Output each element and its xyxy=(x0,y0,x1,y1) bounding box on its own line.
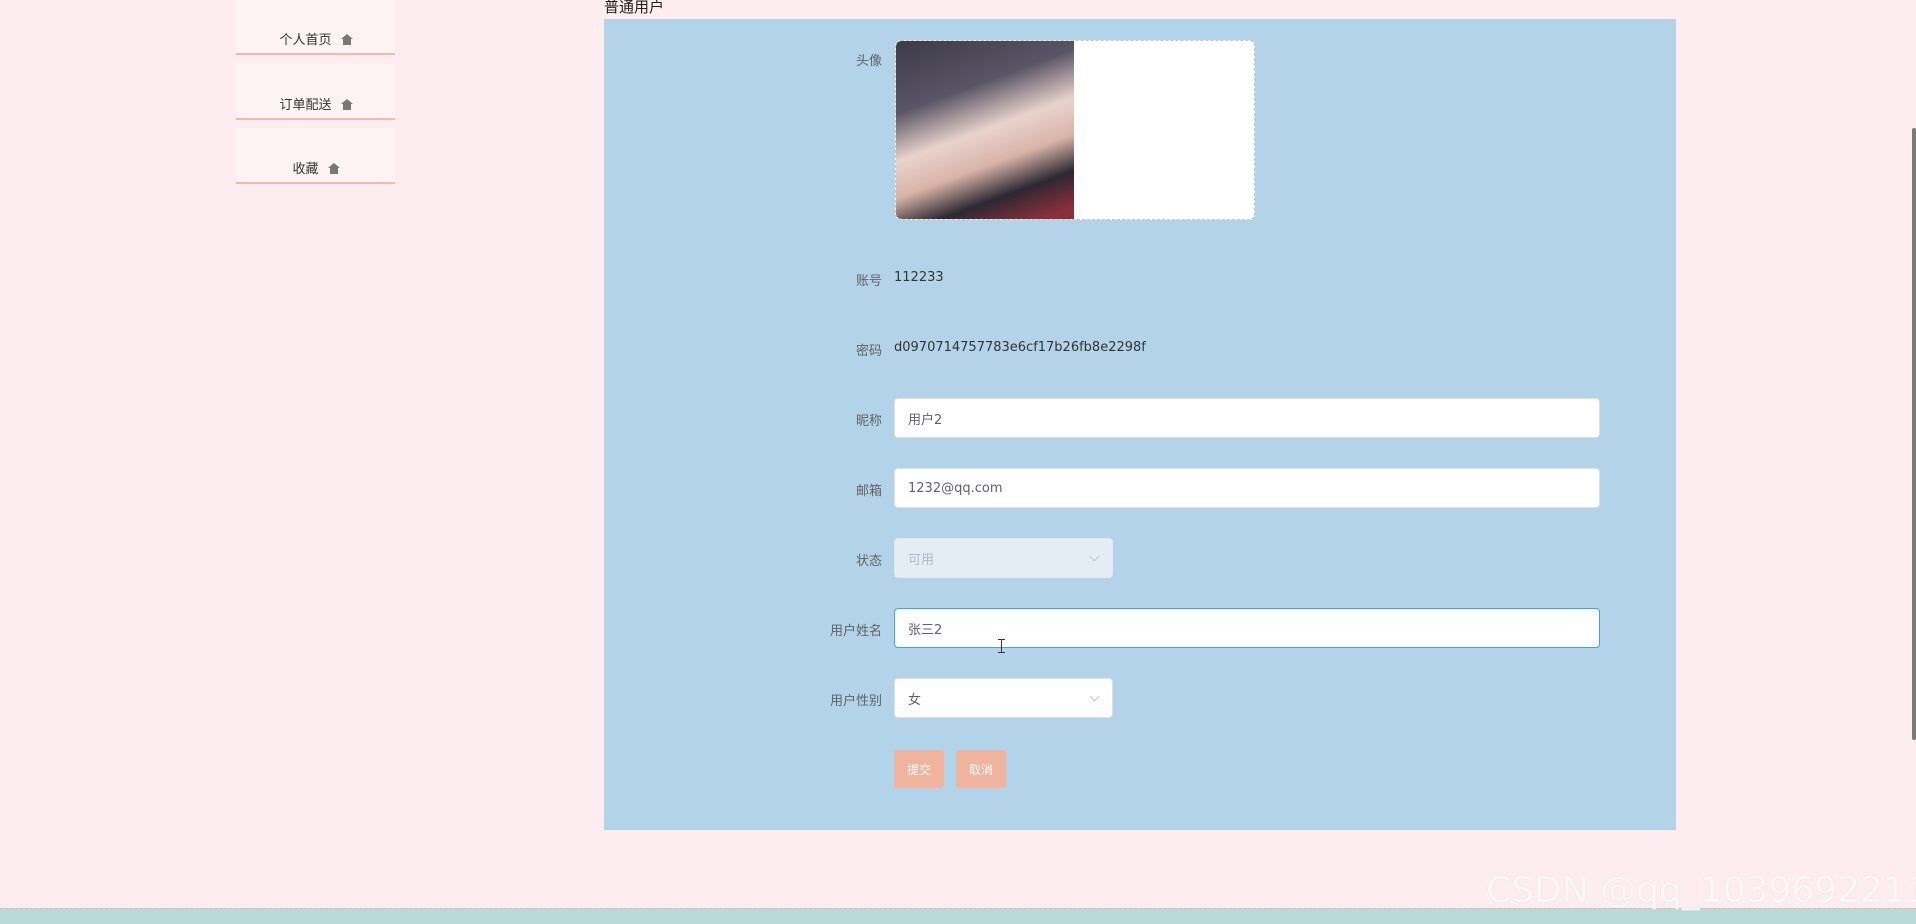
gender-selected-value: 女 xyxy=(908,692,922,708)
page-title: 普通用户 xyxy=(604,0,665,16)
realname-input[interactable] xyxy=(894,608,1600,648)
user-form-panel: 头像 账号 112233 密码 d0970714757783e6cf17b26f… xyxy=(604,19,1676,830)
text-cursor-icon xyxy=(998,639,1005,653)
submit-button[interactable]: 提交 xyxy=(894,750,944,788)
sidebar-item-home[interactable]: 个人首页 xyxy=(236,0,395,55)
avatar-image xyxy=(896,41,1074,219)
nickname-label: 昵称 xyxy=(855,414,882,429)
password-value: d0970714757783e6cf17b26fb8e2298f xyxy=(894,340,1146,355)
avatar-upload[interactable] xyxy=(895,40,1255,220)
nickname-input[interactable] xyxy=(894,398,1600,438)
sidebar-item-label: 收藏 xyxy=(292,162,319,177)
realname-label: 用户姓名 xyxy=(829,624,882,639)
email-label: 邮箱 xyxy=(855,484,882,499)
gender-label: 用户性别 xyxy=(829,694,882,709)
account-label: 账号 xyxy=(855,274,882,289)
status-select: 可用 xyxy=(894,538,1113,578)
house-icon xyxy=(340,99,353,112)
status-label: 状态 xyxy=(855,554,882,569)
cancel-button[interactable]: 取消 xyxy=(956,750,1006,788)
house-icon xyxy=(327,163,340,176)
status-selected-value: 可用 xyxy=(908,552,935,568)
gender-select[interactable]: 女 xyxy=(894,678,1113,718)
sidebar-menu: 个人首页 订单配送 收藏 xyxy=(236,0,395,192)
sidebar-item-order-delivery[interactable]: 订单配送 xyxy=(236,64,395,120)
chevron-down-icon xyxy=(1089,691,1100,702)
password-label: 密码 xyxy=(855,344,882,359)
sidebar-item-label: 个人首页 xyxy=(279,33,332,48)
email-input[interactable] xyxy=(894,468,1600,508)
watermark-text: CSDN @qq_1039692211 xyxy=(1486,870,1916,911)
avatar-label: 头像 xyxy=(855,54,882,69)
chevron-down-icon xyxy=(1089,551,1100,562)
house-icon xyxy=(340,34,353,47)
sidebar-item-label: 订单配送 xyxy=(279,98,332,113)
account-value: 112233 xyxy=(894,270,944,285)
sidebar-item-favorites[interactable]: 收藏 xyxy=(236,128,395,184)
scrollbar-thumb[interactable] xyxy=(1912,128,1916,740)
